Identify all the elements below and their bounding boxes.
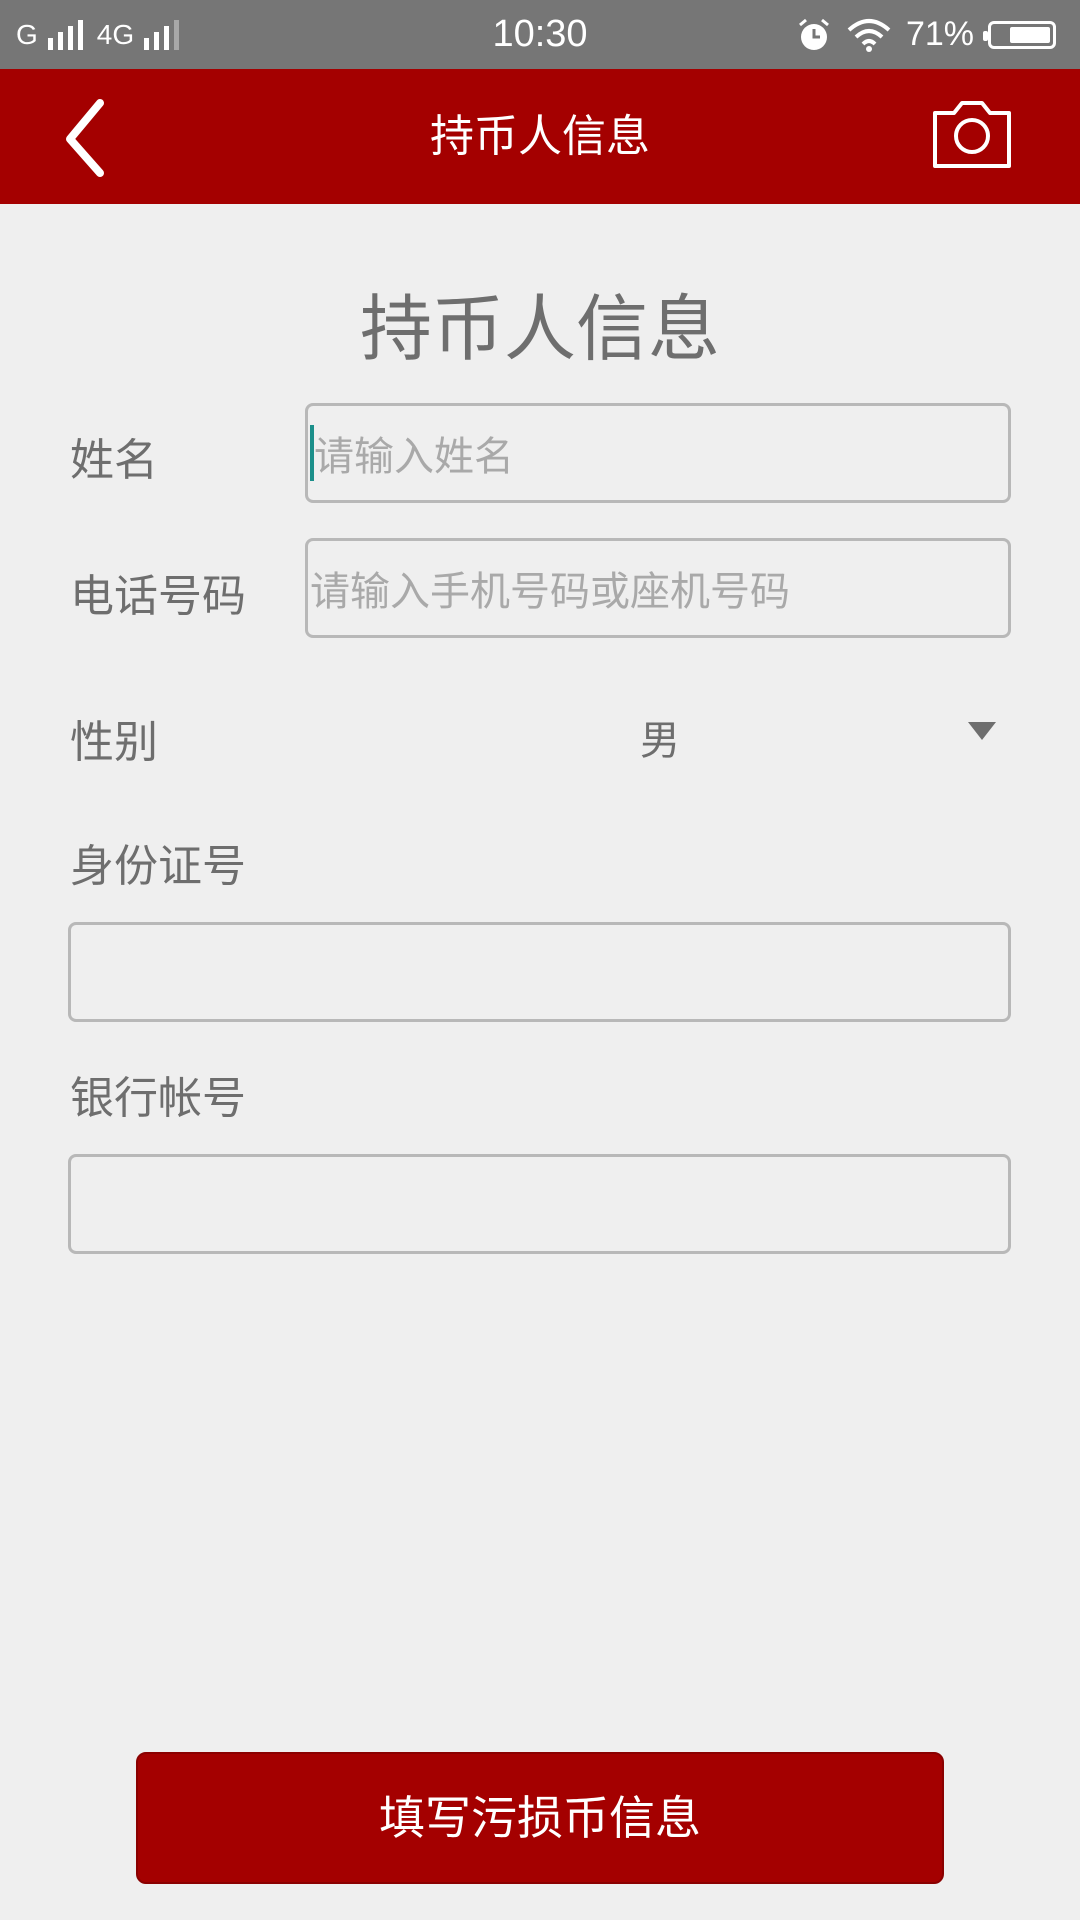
bank-label: 银行帐号 [70, 1073, 246, 1124]
dropdown-arrow-icon[interactable] [966, 720, 998, 742]
header-title: 持币人信息 [430, 111, 650, 162]
phone-label: 电话号码 [70, 571, 246, 622]
alarm-icon [798, 18, 829, 50]
app-header: 持币人信息 [0, 69, 1080, 204]
wifi-icon [847, 18, 891, 52]
id-number-input[interactable] [68, 922, 1011, 1022]
camera-icon [933, 101, 1011, 168]
form-heading: 持币人信息 [359, 287, 720, 371]
gender-select[interactable]: 男 [600, 708, 720, 766]
status-right: 71% [796, 0, 1056, 69]
bank-account-input[interactable] [68, 1154, 1011, 1254]
gender-label: 性别 [70, 717, 158, 768]
name-input[interactable]: 请输入姓名 [305, 403, 1011, 503]
name-placeholder: 请输入姓名 [314, 434, 514, 480]
battery-icon [983, 20, 1056, 49]
name-label: 姓名 [70, 435, 158, 486]
phone-input[interactable]: 请输入手机号码或座机号码 [305, 538, 1011, 638]
battery-percent: 71% [905, 15, 974, 53]
phone-placeholder: 请输入手机号码或座机号码 [310, 569, 790, 615]
fill-damaged-currency-button[interactable]: 填写污损币信息 [136, 1752, 944, 1884]
camera-button[interactable] [932, 99, 1012, 171]
status-bar: G 4G 10:30 71% [0, 0, 1080, 69]
id-label: 身份证号 [70, 841, 246, 892]
